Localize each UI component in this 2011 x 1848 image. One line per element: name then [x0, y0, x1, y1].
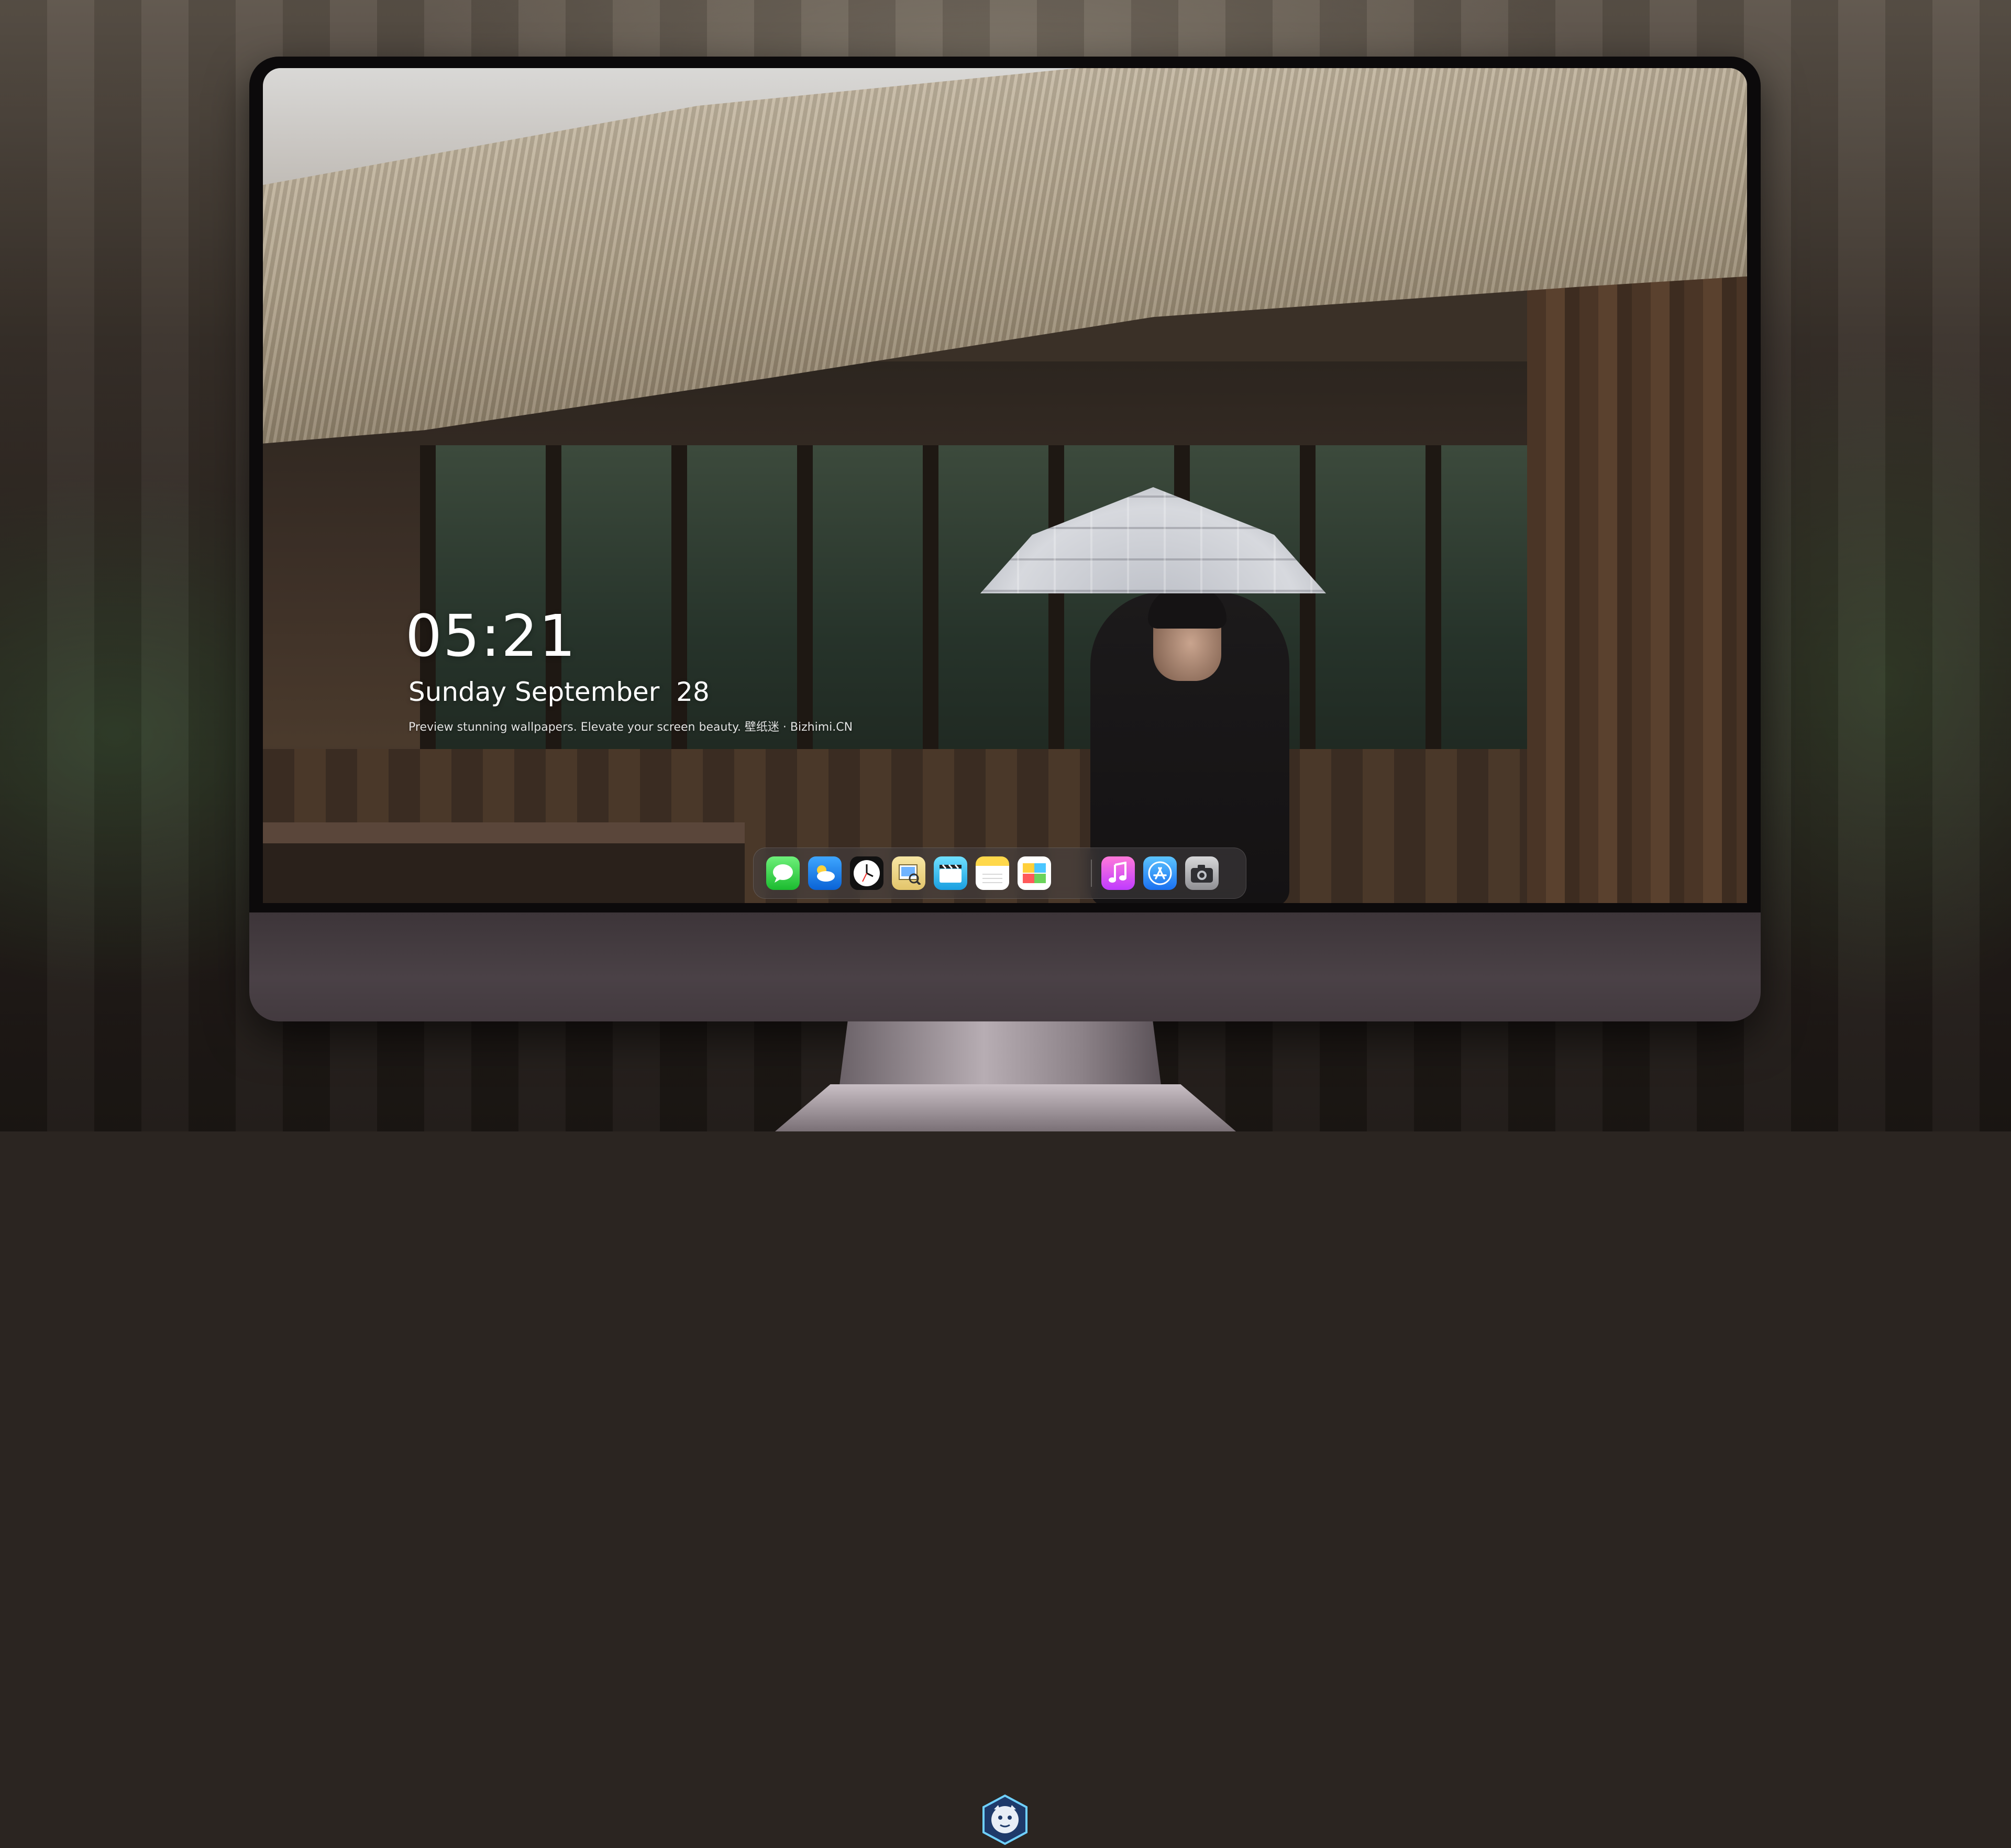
monitor-stand-base [775, 1084, 1236, 1131]
bizhimi-mascot-logo-icon [980, 1794, 1030, 1846]
notes-icon[interactable] [976, 856, 1009, 890]
lockscreen-tagline: Preview stunning wallpapers. Elevate you… [408, 721, 853, 734]
clock-icon[interactable] [850, 856, 883, 890]
wallpaper-bench [263, 822, 745, 903]
wallpaper-planks [1527, 204, 1747, 903]
monitor-chin [249, 912, 1761, 1845]
dock [753, 848, 1246, 899]
music-icon[interactable] [1101, 856, 1135, 890]
photos-icon[interactable] [1018, 856, 1051, 890]
screen: 05:21 Sunday September 28 Preview stunni… [263, 68, 1747, 903]
app-store-icon[interactable] [1143, 856, 1177, 890]
weather-icon[interactable] [808, 856, 842, 890]
preview-icon[interactable] [892, 856, 925, 890]
lockscreen-date: Sunday September 28 [408, 677, 710, 707]
wallpaper [263, 68, 1747, 903]
dock-separator [1091, 860, 1092, 887]
lockscreen-time: 05:21 [405, 602, 577, 669]
camera-icon[interactable] [1185, 856, 1219, 890]
monitor: 05:21 Sunday September 28 Preview stunni… [249, 57, 1761, 1845]
clips-icon[interactable] [934, 856, 967, 890]
messages-icon[interactable] [766, 856, 800, 890]
